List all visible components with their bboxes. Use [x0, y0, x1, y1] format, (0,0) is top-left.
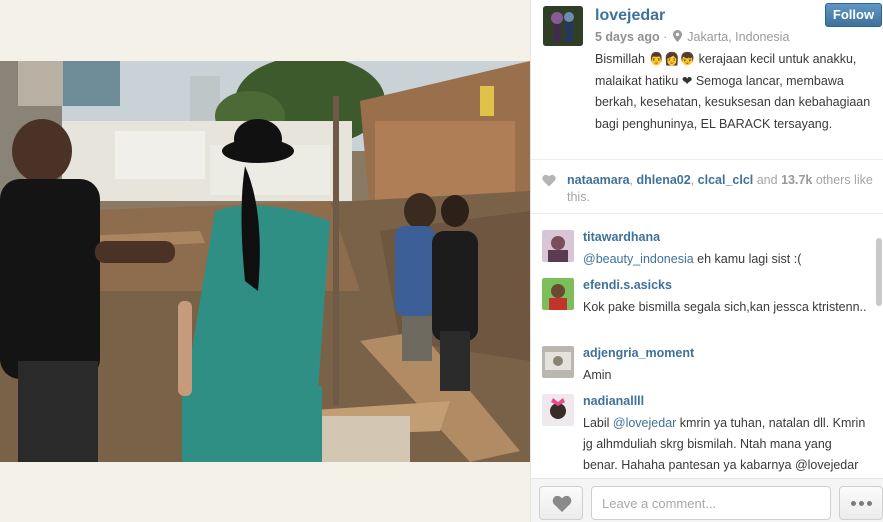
caption-heart-emoji: ❤	[681, 73, 693, 88]
comment-mention[interactable]: @lovejedar	[613, 416, 676, 430]
comment-input[interactable]	[591, 486, 831, 520]
comment-text: Amin	[583, 368, 612, 382]
heart-icon	[542, 174, 556, 187]
comment-item: efendi.s.asicks Kok pake bismilla segala…	[531, 272, 871, 340]
commenter-avatar-image	[542, 394, 574, 426]
commenter-username[interactable]: nadianallll	[583, 394, 644, 408]
more-options-button[interactable]	[839, 486, 883, 520]
author-avatar-image	[543, 6, 583, 46]
commenter-avatar[interactable]	[542, 394, 574, 426]
comment-text: Kok pake bismilla segala sich,kan jessca…	[583, 300, 867, 314]
comment-footer	[531, 478, 883, 522]
comment-text: Labil @lovejedar kmrin ya tuhan, natalan…	[583, 413, 868, 477]
post-time-ago[interactable]: 5 days ago	[595, 30, 660, 44]
post-caption: Bismillah 👨👩👦 kerajaan kecil untuk anakk…	[595, 49, 875, 135]
author-username[interactable]: lovejedar	[595, 7, 665, 25]
liker-2[interactable]: dhlena02	[637, 173, 691, 187]
scrollbar-thumb[interactable]	[876, 238, 882, 306]
post-photo[interactable]	[0, 61, 530, 462]
comment-item: titawardhana @beauty_indonesia eh kamu l…	[531, 224, 871, 272]
comments-scrollbar[interactable]	[876, 222, 882, 477]
meta-separator: ·	[663, 30, 668, 44]
comment-mention[interactable]: @beauty_indonesia	[583, 252, 694, 266]
post-header: lovejedar 5 days ago · Jakarta, Indonesi…	[531, 0, 883, 160]
likes-and: and	[756, 173, 778, 187]
author-avatar[interactable]	[543, 6, 583, 46]
comment-text: @beauty_indonesia eh kamu lagi sist :(	[583, 249, 868, 270]
ellipsis-icon	[866, 501, 872, 506]
commenter-avatar-image	[542, 346, 574, 378]
commenter-avatar[interactable]	[542, 278, 574, 310]
likes-count[interactable]: 13.7k	[781, 173, 812, 187]
commenter-avatar-image	[542, 278, 574, 310]
likes-summary: nataamara, dhlena02, clcal_clcl and 13.7…	[531, 162, 883, 214]
like-button[interactable]	[539, 486, 583, 520]
ellipsis-icon	[858, 501, 864, 506]
liker-1[interactable]: nataamara	[567, 173, 630, 187]
commenter-username[interactable]: titawardhana	[583, 230, 660, 244]
heart-icon	[552, 495, 572, 512]
comment-prefix: Labil	[583, 416, 613, 430]
photo-area	[0, 0, 530, 522]
follow-button[interactable]: Follow	[825, 3, 882, 27]
ellipsis-icon	[850, 501, 856, 506]
post-detail-panel: lovejedar 5 days ago · Jakarta, Indonesi…	[530, 0, 883, 522]
commenter-username[interactable]: adjengria_moment	[583, 346, 694, 360]
commenter-username[interactable]: efendi.s.asicks	[583, 278, 672, 292]
commenter-avatar[interactable]	[542, 346, 574, 378]
comments-list[interactable]: titawardhana @beauty_indonesia eh kamu l…	[531, 222, 883, 477]
commenter-avatar[interactable]	[542, 230, 574, 262]
liker-3[interactable]: clcal_clcl	[698, 173, 754, 187]
post-meta: 5 days ago · Jakarta, Indonesia	[595, 30, 789, 44]
map-pin-icon	[672, 30, 682, 42]
commenter-avatar-image	[542, 230, 574, 262]
comment-item: adjengria_moment Amin	[531, 340, 871, 388]
comment-body: eh kamu lagi sist :(	[693, 252, 802, 266]
comment-item: nadianallll Labil @lovejedar kmrin ya tu…	[531, 388, 871, 477]
post-location[interactable]: Jakarta, Indonesia	[687, 30, 789, 44]
likes-text: nataamara, dhlena02, clcal_clcl and 13.7…	[567, 173, 873, 204]
post-photo-illustration	[0, 61, 530, 462]
